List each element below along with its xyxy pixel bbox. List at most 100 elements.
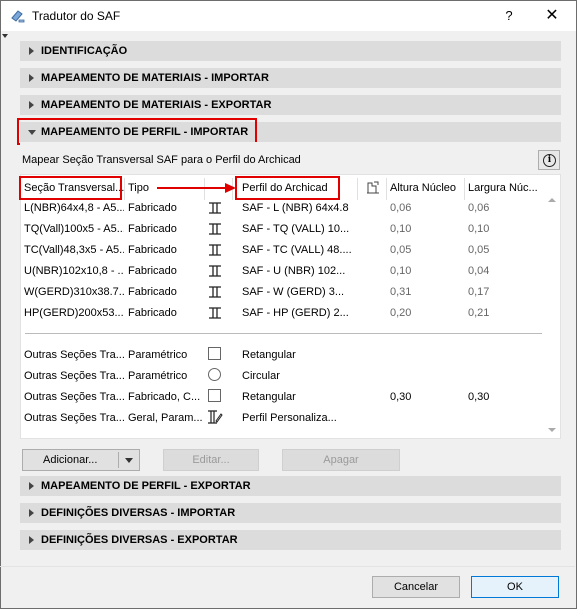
cell-profile: SAF - U (NBR) 102...	[242, 265, 346, 277]
column-header-core-height[interactable]: Altura Núcleo	[390, 182, 456, 194]
cell-core-height: 0,06	[390, 202, 412, 214]
cell-type: Geral, Param...	[128, 412, 203, 424]
cell-type: Paramétrico	[128, 349, 188, 361]
section-label: DEFINIÇÕES DIVERSAS - IMPORTAR	[41, 507, 236, 519]
cell-type: Paramétrico	[128, 370, 188, 382]
section-label: DEFINIÇÕES DIVERSAS - EXPORTAR	[41, 534, 238, 546]
cell-section: W(GERD)310x38.7...	[24, 286, 124, 298]
section-profile-export[interactable]: MAPEAMENTO DE PERFIL - EXPORTAR	[20, 476, 561, 496]
cell-profile: Circular	[242, 370, 280, 382]
cell-core-height: 0,10	[390, 223, 412, 235]
cell-core-height: 0,30	[390, 391, 412, 403]
section-label: MAPEAMENTO DE MATERIAIS - IMPORTAR	[41, 72, 269, 84]
circle-icon	[208, 368, 221, 381]
square-icon	[208, 389, 221, 402]
help-button[interactable]: ?	[497, 5, 521, 27]
cell-type: Fabricado	[128, 202, 177, 214]
panel-description: Mapear Seção Transversal SAF para o Perf…	[22, 154, 301, 166]
cell-core-height: 0,10	[390, 265, 412, 277]
section-material-export[interactable]: MAPEAMENTO DE MATERIAIS - EXPORTAR	[20, 95, 561, 115]
scroll-down-icon[interactable]	[548, 428, 556, 432]
cell-profile: Retangular	[242, 391, 296, 403]
corner-marker-icon	[2, 34, 8, 38]
saf-translator-icon	[11, 10, 25, 23]
section-label: MAPEAMENTO DE MATERIAIS - EXPORTAR	[41, 99, 272, 111]
i-beam-icon	[209, 244, 221, 256]
highlight-box-section	[17, 118, 257, 145]
cell-core-width: 0,06	[468, 202, 490, 214]
expand-arrow-icon	[29, 47, 34, 55]
expand-arrow-icon	[29, 482, 34, 490]
cell-type: Fabricado	[128, 223, 177, 235]
column-divider	[386, 178, 387, 200]
cell-type: Fabricado	[128, 244, 177, 256]
cell-type: Fabricado, C...	[128, 391, 201, 403]
cell-core-width: 0,10	[468, 223, 490, 235]
cell-type: Fabricado	[128, 307, 177, 319]
cell-profile: SAF - TC (VALL) 48....	[242, 244, 352, 256]
section-label: IDENTIFICAÇÃO	[41, 45, 128, 57]
custom-profile-icon	[208, 410, 223, 424]
section-misc-import[interactable]: DEFINIÇÕES DIVERSAS - IMPORTAR	[20, 503, 561, 523]
divider	[25, 333, 542, 334]
cell-core-width: 0,04	[468, 265, 490, 277]
cell-section: U(NBR)102x10,8 - ...	[24, 265, 124, 277]
add-button[interactable]: Adicionar...	[22, 449, 140, 471]
cell-section: L(NBR)64x4,8 - A5...	[24, 202, 124, 214]
info-button[interactable]: i	[538, 150, 560, 170]
cell-core-width: 0,21	[468, 307, 490, 319]
highlight-box-profile-column	[235, 176, 340, 200]
arrow-annotation-icon	[157, 183, 236, 193]
cell-profile: SAF - HP (GERD) 2...	[242, 307, 349, 319]
expand-arrow-icon	[29, 101, 34, 109]
column-header-type[interactable]: Tipo	[128, 182, 149, 194]
section-misc-export[interactable]: DEFINIÇÕES DIVERSAS - EXPORTAR	[20, 530, 561, 550]
expand-arrow-icon	[29, 74, 34, 82]
cell-core-height: 0,20	[390, 307, 412, 319]
scroll-up-icon[interactable]	[548, 198, 556, 202]
window-title: Tradutor do SAF	[32, 9, 121, 23]
column-header-core-width[interactable]: Largura Núc...	[468, 182, 538, 194]
title-bar: Tradutor do SAF ? ✕	[1, 1, 576, 31]
cell-core-height: 0,05	[390, 244, 412, 256]
info-icon: i	[543, 154, 556, 167]
section-label: MAPEAMENTO DE PERFIL - EXPORTAR	[41, 480, 251, 492]
cell-section: Outras Seções Tra...	[24, 391, 124, 403]
highlight-box-section-column	[19, 176, 122, 200]
cell-core-width: 0,30	[468, 391, 490, 403]
section-identification[interactable]: IDENTIFICAÇÃO	[20, 41, 561, 61]
add-button-label: Adicionar...	[43, 454, 98, 466]
footer-divider	[0, 566, 575, 567]
ok-button[interactable]: OK	[471, 576, 559, 598]
cell-profile: Perfil Personaliza...	[242, 412, 337, 424]
i-beam-icon	[209, 223, 221, 235]
profile-editor-icon[interactable]	[366, 181, 380, 195]
cell-profile: SAF - L (NBR) 64x4.8	[242, 202, 349, 214]
cell-section: Outras Seções Tra...	[24, 412, 124, 424]
cell-type: Fabricado	[128, 265, 177, 277]
column-divider	[357, 178, 358, 200]
section-material-import[interactable]: MAPEAMENTO DE MATERIAIS - IMPORTAR	[20, 68, 561, 88]
cell-section: TQ(Vall)100x5 - A5...	[24, 223, 124, 235]
cell-type: Fabricado	[128, 286, 177, 298]
cell-profile: Retangular	[242, 349, 296, 361]
dropdown-caret-icon[interactable]	[125, 458, 133, 463]
cell-section: Outras Seções Tra...	[24, 349, 124, 361]
cell-core-width: 0,17	[468, 286, 490, 298]
delete-button[interactable]: Apagar	[282, 449, 400, 471]
cell-section: TC(Vall)48,3x5 - A5...	[24, 244, 124, 256]
close-button[interactable]: ✕	[537, 5, 567, 27]
edit-button[interactable]: Editar...	[163, 449, 259, 471]
i-beam-icon	[209, 307, 221, 319]
cell-profile: SAF - TQ (VALL) 10...	[242, 223, 350, 235]
cancel-button[interactable]: Cancelar	[372, 576, 460, 598]
split-divider	[118, 452, 119, 468]
cell-section: Outras Seções Tra...	[24, 370, 124, 382]
expand-arrow-icon	[29, 536, 34, 544]
column-divider	[124, 178, 125, 200]
i-beam-icon	[209, 265, 221, 277]
i-beam-icon	[209, 202, 221, 214]
square-icon	[208, 347, 221, 360]
cell-core-width: 0,05	[468, 244, 490, 256]
cell-section: HP(GERD)200x53....	[24, 307, 124, 319]
